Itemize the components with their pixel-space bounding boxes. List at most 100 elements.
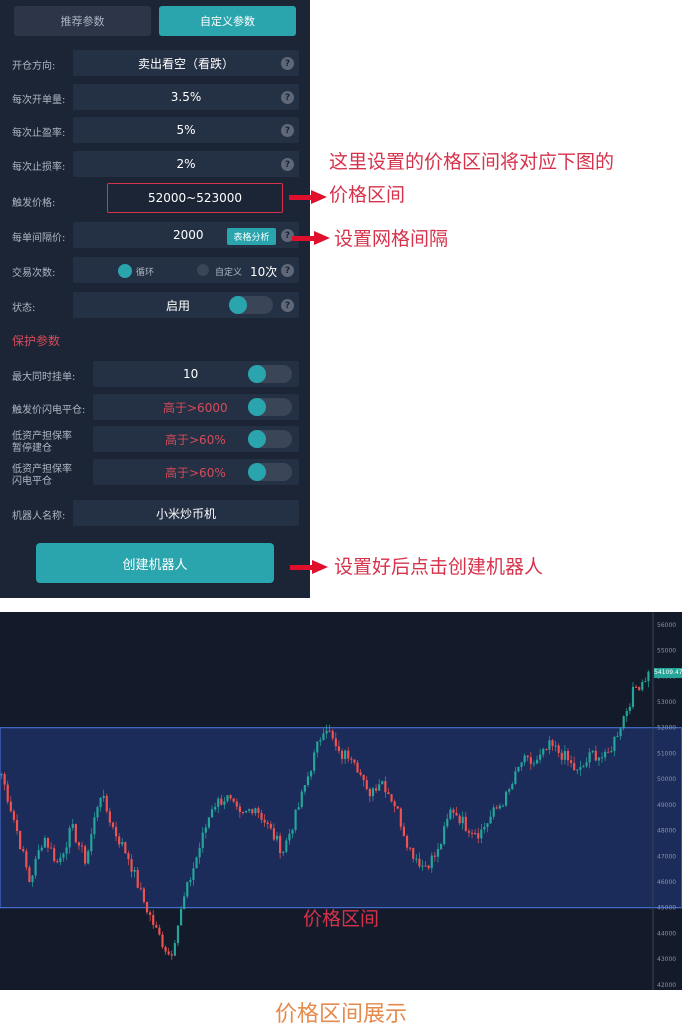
candle-body xyxy=(539,754,542,760)
candle-body xyxy=(322,733,325,741)
candle-body xyxy=(12,811,16,821)
candle-body xyxy=(328,730,331,732)
candle-body xyxy=(480,829,483,839)
candle-body xyxy=(628,706,631,711)
candle-body xyxy=(495,807,498,809)
candle-body xyxy=(604,751,607,758)
candle-body xyxy=(161,934,164,947)
candle-body xyxy=(25,851,28,868)
candle-body xyxy=(266,822,269,824)
candle-body xyxy=(489,816,492,824)
robot-name-input[interactable]: 小米炒币机 xyxy=(73,500,299,526)
candle-body xyxy=(393,801,396,807)
arrow-grid-icon xyxy=(292,231,330,245)
per-order-input[interactable]: 3.5% xyxy=(73,84,299,110)
y-tick-label: 53000 xyxy=(657,699,676,706)
candle-body xyxy=(554,745,557,747)
candle-body xyxy=(535,759,539,764)
direction-help-icon[interactable]: ? xyxy=(281,57,294,70)
candle-body xyxy=(458,815,461,824)
candle-body xyxy=(291,829,294,834)
candle-body xyxy=(597,757,601,761)
low-pause-toggle-knob xyxy=(248,430,266,448)
candle-body xyxy=(195,857,198,869)
loop-radio[interactable] xyxy=(118,264,132,278)
candle-body xyxy=(316,741,319,753)
candle-body xyxy=(594,750,597,761)
candle-body xyxy=(28,867,31,883)
candle-body xyxy=(446,818,449,827)
tab-custom[interactable]: 自定义参数 xyxy=(159,6,296,36)
max-orders-toggle[interactable] xyxy=(248,365,292,383)
candle-body xyxy=(501,805,505,807)
candle-body xyxy=(430,855,433,869)
candle-body xyxy=(387,792,390,795)
candle-body xyxy=(244,810,248,813)
candle-body xyxy=(288,833,291,841)
low-flash-toggle[interactable] xyxy=(248,463,292,481)
candle-body xyxy=(560,752,563,760)
candle-body xyxy=(77,842,81,846)
take-profit-help-icon[interactable]: ? xyxy=(281,124,294,137)
custom-radio[interactable] xyxy=(197,264,209,276)
candle-body xyxy=(37,850,40,859)
candle-body xyxy=(433,855,436,857)
stop-loss-value: 2% xyxy=(176,157,196,171)
candle-body xyxy=(504,791,508,806)
trigger-flash-label: 触发价闪电平仓: xyxy=(12,405,86,416)
candle-body xyxy=(340,750,344,759)
candle-body xyxy=(486,823,489,828)
y-tick-label: 47000 xyxy=(657,853,676,860)
candle-body xyxy=(164,946,167,952)
trigger-price-input[interactable]: 52000~523000 xyxy=(107,183,283,213)
chart-caption: 价格区间展示 xyxy=(274,1002,407,1027)
trigger-flash-toggle[interactable] xyxy=(248,398,292,416)
low-pause-toggle[interactable] xyxy=(248,430,292,448)
max-orders-toggle-knob xyxy=(248,365,266,383)
candle-body xyxy=(566,750,570,761)
table-analysis-button[interactable]: 表格分析 xyxy=(227,228,276,245)
take-profit-input[interactable]: 5% xyxy=(73,117,299,143)
candle-body xyxy=(588,752,591,763)
y-tick-label: 55000 xyxy=(657,648,676,655)
create-robot-button[interactable]: 创建机器人 xyxy=(36,543,274,583)
candle-body xyxy=(43,838,46,848)
candle-body xyxy=(204,827,207,833)
candle-body xyxy=(443,826,446,845)
candle-body xyxy=(34,858,37,876)
candle-body xyxy=(226,795,229,802)
candle-body xyxy=(600,757,604,759)
y-tick-label: 56000 xyxy=(657,622,676,629)
custom-label: 自定义 xyxy=(215,268,243,278)
candle-body xyxy=(511,784,514,790)
candle-body xyxy=(65,847,68,854)
candle-body xyxy=(93,817,96,835)
candle-body xyxy=(84,846,87,864)
candle-body xyxy=(344,750,347,759)
trade-count-value[interactable]: 10次 xyxy=(250,263,277,280)
y-tick-label: 42000 xyxy=(657,982,676,989)
candle-body xyxy=(399,808,402,827)
candle-body xyxy=(235,801,238,807)
direction-select[interactable]: 卖出看空（看跌） xyxy=(73,50,299,76)
trade-count-label: 交易次数: xyxy=(12,268,56,279)
status-help-icon[interactable]: ? xyxy=(281,299,294,312)
candle-body xyxy=(68,828,71,848)
trade-count-help-icon[interactable]: ? xyxy=(281,264,294,277)
max-orders-label: 最大同时挂单: xyxy=(12,372,76,383)
direction-label: 开仓方向: xyxy=(12,61,56,72)
candle-body xyxy=(449,809,452,819)
candle-body xyxy=(421,865,424,867)
arrow-price-range-icon xyxy=(289,190,327,204)
candle-body xyxy=(186,882,189,897)
per-order-label: 每次开单量: xyxy=(12,95,66,106)
per-order-help-icon[interactable]: ? xyxy=(281,91,294,104)
candle-body xyxy=(576,769,579,771)
status-toggle[interactable] xyxy=(229,296,273,314)
candle-body xyxy=(641,681,644,690)
stop-loss-help-icon[interactable]: ? xyxy=(281,158,294,171)
candle-body xyxy=(467,830,471,833)
tab-recommended[interactable]: 推荐参数 xyxy=(14,6,151,36)
trigger-price-value: 52000~523000 xyxy=(147,191,243,205)
stop-loss-input[interactable]: 2% xyxy=(73,151,299,177)
